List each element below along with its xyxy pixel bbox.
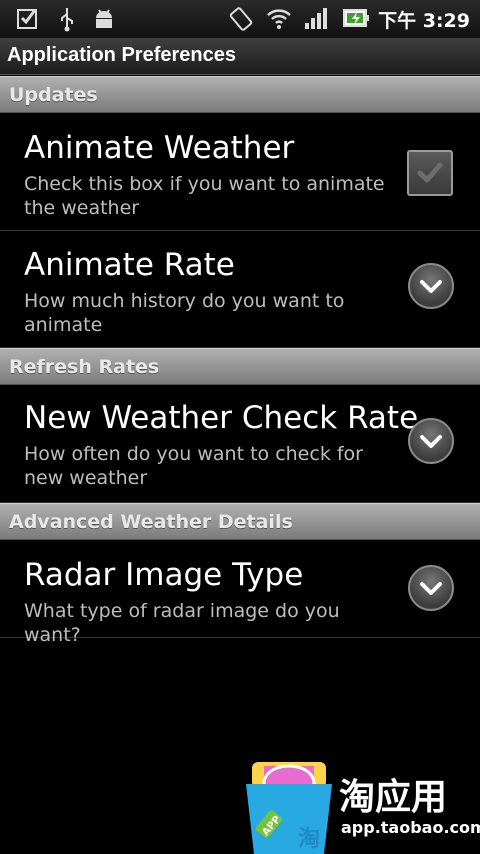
page-title: Application Preferences	[7, 44, 236, 66]
taobao-app-watermark: APP 淘 淘应用 app.taobao.com	[244, 760, 480, 854]
pref-summary: How often do you want to check for new w…	[24, 443, 363, 489]
check-rate-dropdown-button[interactable]	[408, 418, 454, 464]
chevron-down-icon	[420, 280, 442, 293]
chevron-down-icon	[420, 582, 442, 595]
section-header-updates: Updates	[0, 76, 480, 113]
task-check-icon	[17, 9, 37, 29]
android-debug-icon	[96, 9, 112, 28]
shopping-bag-logo-icon: APP 淘	[246, 762, 332, 854]
pref-item-radar-image-type[interactable]: Radar Image Type What type of radar imag…	[0, 541, 480, 646]
pref-title: New Weather Check Rate	[24, 400, 419, 436]
wifi-icon	[267, 9, 291, 29]
section-header-label: Advanced Weather Details	[9, 511, 293, 533]
pref-title: Animate Rate	[24, 247, 235, 283]
pref-item-new-weather-check-rate[interactable]: New Weather Check Rate How often do you …	[0, 386, 480, 503]
checkmark-icon	[417, 162, 443, 183]
section-header-label: Refresh Rates	[9, 356, 160, 378]
pref-summary: Check this box if you want to animate th…	[24, 173, 385, 219]
auto-rotate-icon	[229, 7, 253, 31]
section-header-label: Updates	[9, 84, 98, 106]
radar-type-dropdown-button[interactable]	[408, 565, 454, 611]
status-bar: 下午 3:29	[0, 0, 480, 38]
pref-title: Animate Weather	[24, 130, 295, 166]
pref-title: Radar Image Type	[24, 557, 304, 593]
watermark-brand: 淘应用	[339, 777, 448, 818]
animate-rate-dropdown-button[interactable]	[408, 263, 454, 309]
section-header-advanced-weather-details: Advanced Weather Details	[0, 503, 480, 540]
usb-icon	[61, 8, 73, 32]
pref-summary: How much history do you want to animate	[24, 290, 345, 336]
animate-weather-checkbox[interactable]	[407, 150, 453, 196]
pref-summary: What type of radar image do you want?	[24, 600, 340, 646]
tag-text: 淘	[298, 826, 320, 852]
watermark-url: app.taobao.com	[341, 818, 480, 837]
pref-item-animate-rate[interactable]: Animate Rate How much history do you wan…	[0, 231, 480, 348]
title-bar: Application Preferences	[0, 38, 480, 75]
pref-item-animate-weather[interactable]: Animate Weather Check this box if you wa…	[0, 114, 480, 231]
chevron-down-icon	[420, 435, 442, 448]
status-time: 下午 3:29	[378, 10, 470, 32]
section-header-refresh-rates: Refresh Rates	[0, 348, 480, 385]
signal-icon	[305, 8, 327, 29]
battery-charging-icon	[343, 9, 369, 27]
